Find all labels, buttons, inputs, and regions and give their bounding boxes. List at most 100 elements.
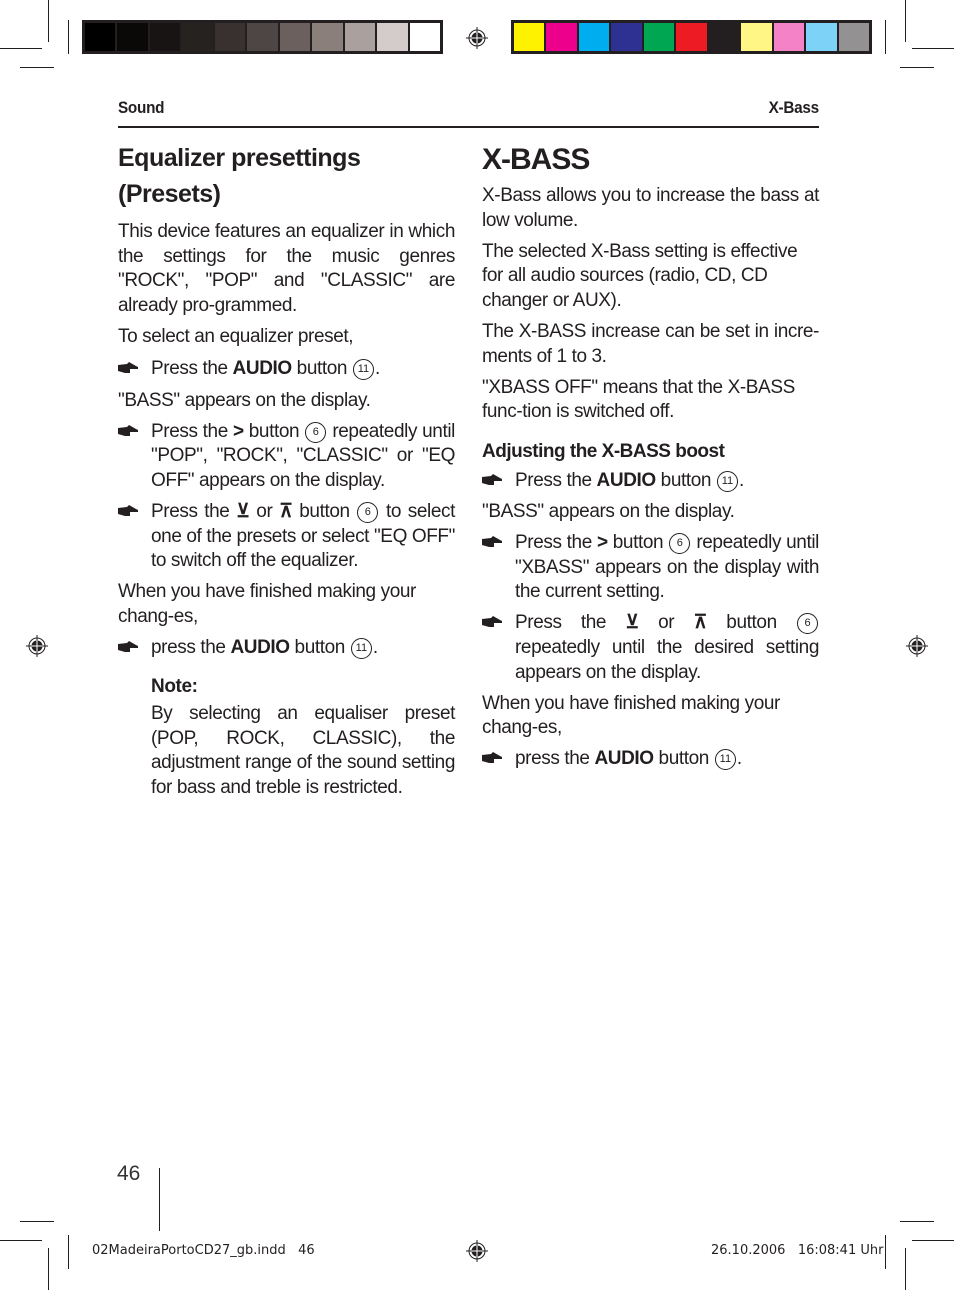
grayscale-swatch — [279, 23, 311, 51]
page-gutter-line — [159, 1168, 160, 1231]
crop-mark — [48, 0, 49, 42]
grayscale-swatch — [149, 23, 181, 51]
audio-key-label: AUDIO — [596, 469, 657, 491]
paragraph: The selected X-Bass setting is effective… — [482, 240, 798, 311]
pointing-hand-icon — [482, 616, 502, 628]
color-swatch — [611, 23, 642, 51]
grayscale-calibration-bar — [82, 20, 443, 54]
crop-mark — [885, 20, 886, 54]
instruction-step: press the AUDIO button 11. — [118, 636, 455, 661]
instruction-step: Press the AUDIO button 11. — [482, 469, 819, 494]
button-number-badge: 6 — [669, 533, 691, 555]
subsection-heading: Adjusting the X-BASS boost — [482, 440, 725, 462]
down-key-icon: ⊻ — [625, 612, 639, 634]
audio-key-label: AUDIO — [230, 636, 290, 658]
header-section-left: Sound — [118, 98, 165, 117]
crop-mark — [68, 20, 69, 54]
crop-mark — [48, 1248, 49, 1290]
crop-mark — [885, 1235, 886, 1269]
crop-mark — [912, 1240, 954, 1241]
right-arrow-key-icon: > — [232, 420, 244, 442]
paragraph: The X-BASS increase can be set in incre-… — [482, 320, 819, 367]
page-number: 46 — [117, 1162, 141, 1185]
color-swatch — [578, 23, 610, 51]
crop-mark — [905, 0, 906, 42]
color-swatch — [676, 23, 707, 51]
right-arrow-key-icon: > — [596, 532, 608, 554]
button-number-badge: 6 — [797, 613, 819, 635]
crop-mark — [900, 67, 934, 68]
button-number-badge: 6 — [357, 501, 379, 523]
instruction-step: Press the ⊻ or ⊼ button 6 to select one … — [118, 500, 455, 574]
color-swatch — [806, 23, 837, 51]
registration-mark-icon — [466, 27, 488, 49]
instruction-step: Press the > button 6 repeatedly until "X… — [482, 531, 819, 605]
pointing-hand-icon — [118, 640, 138, 652]
registration-mark-icon — [26, 635, 48, 657]
intro-paragraph: This device features an equalizer in whi… — [118, 221, 455, 316]
color-swatch — [514, 23, 545, 51]
crop-mark — [20, 67, 54, 68]
crop-mark — [912, 48, 954, 49]
pointing-hand-icon — [118, 504, 138, 516]
instruction-step: Press the > button 6 repeatedly until "P… — [118, 420, 455, 494]
result-text: "BASS" appears on the display. — [118, 389, 371, 411]
pointing-hand-icon — [118, 362, 138, 374]
instruction-step: Press the AUDIO button 11. — [118, 357, 455, 382]
result-text: "BASS" appears on the display. — [482, 500, 735, 522]
grayscale-swatch — [85, 23, 116, 51]
pointing-hand-icon — [482, 752, 502, 764]
color-swatch — [741, 23, 772, 51]
button-number-badge: 11 — [350, 637, 372, 659]
crop-mark — [0, 48, 42, 49]
button-number-badge: 11 — [352, 359, 374, 381]
up-key-icon: ⊼ — [693, 612, 708, 634]
up-key-icon: ⊼ — [279, 500, 293, 522]
color-swatch — [773, 23, 805, 51]
section-title: X-BASS — [482, 143, 590, 176]
running-header: Sound X-Bass — [118, 98, 819, 128]
finish-paragraph: When you have finished making your chang… — [118, 581, 416, 627]
registration-mark-icon — [466, 1240, 488, 1262]
button-number-badge: 6 — [305, 421, 327, 443]
registration-mark-icon — [906, 635, 928, 657]
slug-filename: 02MadeiraPortoCD27_gb.indd 46 — [92, 1243, 315, 1258]
pointing-hand-icon — [118, 424, 138, 436]
slug-timestamp: 26.10.2006 16:08:41 Uhr — [711, 1243, 884, 1258]
paragraph: "XBASS OFF" means that the X-BASS func-t… — [482, 376, 795, 423]
crop-mark — [20, 1221, 54, 1222]
button-number-badge: 11 — [716, 470, 738, 492]
crop-mark — [68, 1235, 69, 1269]
pointing-hand-icon — [482, 473, 502, 485]
audio-key-label: AUDIO — [594, 748, 654, 770]
crop-mark — [0, 1240, 42, 1241]
paragraph: X-Bass allows you to increase the bass a… — [482, 185, 819, 231]
right-column: X-BASS X-Bass allows you to increase the… — [482, 140, 819, 778]
left-column: Equalizer presettings (Presets) This dev… — [118, 140, 455, 807]
section-title: Equalizer presettings (Presets) — [118, 144, 361, 208]
instruction-step: press the AUDIO button 11. — [482, 747, 819, 772]
note-text: By selecting an equaliser preset (POP, R… — [151, 703, 455, 798]
audio-key-label: AUDIO — [232, 358, 293, 380]
finish-paragraph: When you have finished making your chang… — [482, 692, 780, 739]
header-section-right: X-Bass — [768, 98, 820, 117]
pointing-hand-icon — [482, 536, 502, 548]
color-swatch — [643, 23, 675, 51]
color-swatch — [708, 23, 740, 51]
crop-mark — [900, 1221, 934, 1222]
color-swatch — [838, 23, 869, 51]
color-swatch — [546, 23, 577, 51]
note-box: Note: By selecting an equaliser preset (… — [118, 675, 455, 801]
grayscale-swatch — [214, 23, 246, 51]
note-heading: Note: — [151, 675, 198, 697]
button-number-badge: 11 — [714, 749, 736, 771]
crop-mark — [905, 1248, 906, 1290]
grayscale-swatch — [247, 23, 278, 51]
instruction-step: Press the ⊻ or ⊼ button 6 repeatedly unt… — [482, 611, 819, 685]
grayscale-swatch — [312, 23, 343, 51]
grayscale-swatch — [182, 23, 213, 51]
grayscale-swatch — [409, 23, 440, 51]
down-key-icon: ⊻ — [236, 500, 250, 522]
grayscale-swatch — [117, 23, 148, 51]
lead-paragraph: To select an equalizer preset, — [118, 325, 354, 347]
